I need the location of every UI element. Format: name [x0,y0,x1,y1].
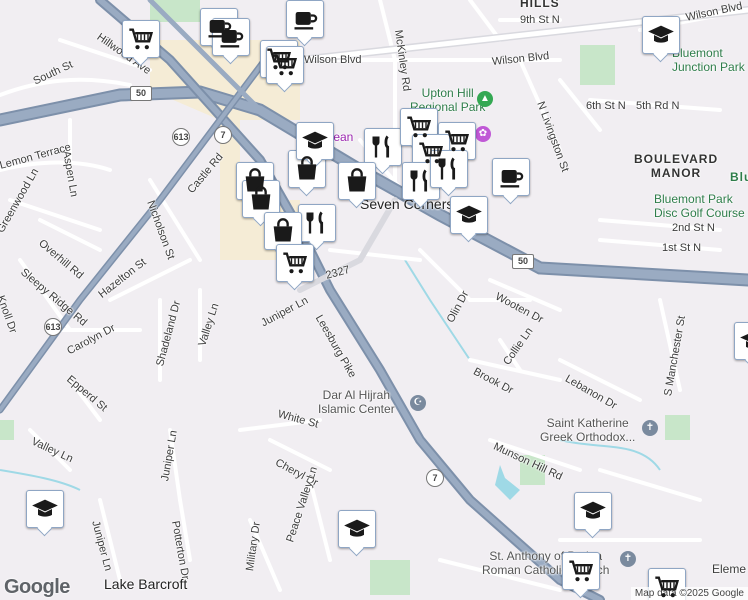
park-pin-icon[interactable]: ▲ [477,91,493,107]
shopping-marker[interactable] [288,150,326,188]
church-pin-icon[interactable]: ✝ [620,551,636,567]
hills-partial-label: HILLS [520,0,560,10]
boulevard-manor-label: BOULEVARD MANOR [634,152,719,180]
road-label: 2nd St N [672,222,715,234]
shopping-marker[interactable] [264,212,302,250]
cafe-marker[interactable] [286,0,324,38]
school-marker[interactable] [338,510,376,548]
school-marker[interactable] [642,16,680,54]
road-label: 5th Rd N [636,100,680,112]
route-613-shield: 613 [44,318,62,336]
restaurant-marker[interactable] [364,128,402,166]
elementary-partial-label: Eleme [712,562,747,576]
route-7-shield: 7 [214,126,232,144]
grocery-marker[interactable] [562,552,600,590]
map-attribution[interactable]: Map data ©2025 Google [630,587,748,600]
bluemont-park-disc-golf-label: Bluemont Park Disc Golf Course [654,192,745,220]
cafe-marker[interactable] [492,158,530,196]
grocery-marker[interactable] [276,244,314,282]
bluemont-junction-park-label: Bluemont Junction Park [672,46,745,74]
dar-al-hijrah-label: Dar Al Hijrah Islamic Center [318,388,395,416]
shopping-marker[interactable] [242,180,280,218]
grocery-marker[interactable] [648,568,686,600]
attraction-pin-icon[interactable]: ✿ [475,126,491,142]
road-label: 1st St N [662,242,702,254]
route-7-shield: 7 [426,469,444,487]
cafe-marker[interactable] [212,18,250,56]
school-marker[interactable] [26,490,64,528]
mosque-pin-icon[interactable]: ☪ [410,395,426,411]
grocery-marker[interactable] [122,20,160,58]
lake-barcroft-label: Lake Barcroft [104,576,188,592]
church-pin-icon[interactable]: ✝ [642,420,658,436]
road-label: Wilson Blvd [304,54,362,66]
route-50-shield: 50 [512,254,534,269]
map-canvas[interactable]: Wilson Blvd Wilson Blvd Wilson Blvd Sout… [0,0,748,600]
blu-partial-label: Blu [730,170,748,184]
grocery-marker[interactable] [266,46,304,84]
restaurant-marker[interactable] [298,204,336,242]
route-50-shield: 50 [130,86,152,101]
school-marker[interactable] [734,322,748,360]
school-marker[interactable] [574,492,612,530]
road-label: 6th St N [586,100,626,112]
school-marker[interactable] [296,122,334,160]
restaurant-marker[interactable] [430,150,468,188]
school-marker[interactable] [450,196,488,234]
route-613-shield: 613 [172,128,190,146]
google-logo: Google [4,576,70,598]
saint-katherine-label: Saint Katherine Greek Orthodox... [540,416,636,444]
road-label: 9th St N [520,14,560,26]
shopping-marker[interactable] [338,162,376,200]
